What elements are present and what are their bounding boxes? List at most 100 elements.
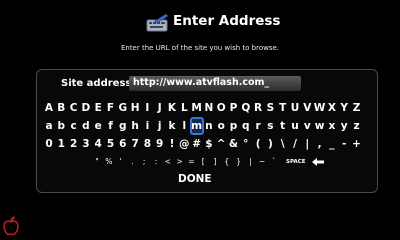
keyboard-key[interactable]: L: [178, 100, 190, 116]
keyboard-key[interactable]: 0: [43, 136, 55, 152]
keyboard-key[interactable]: .: [126, 154, 138, 170]
keyboard-key[interactable]: 5: [105, 136, 117, 152]
keyboard-key[interactable]: #: [191, 136, 203, 152]
keyboard-key[interactable]: /: [289, 136, 301, 152]
keyboard-key[interactable]: y: [338, 118, 350, 134]
header: Enter Address: [0, 11, 400, 35]
keyboard-key[interactable]: p: [228, 118, 240, 134]
keyboard-key[interactable]: ": [91, 154, 103, 170]
keyboard-key[interactable]: `: [268, 154, 280, 170]
keyboard-key[interactable]: ]: [209, 154, 221, 170]
page-title: Enter Address: [173, 13, 281, 29]
keyboard-key[interactable]: <: [162, 154, 174, 170]
keyboard-key[interactable]: [: [197, 154, 209, 170]
keyboard-key[interactable]: (: [252, 136, 264, 152]
keyboard-key[interactable]: f: [105, 118, 117, 134]
keyboard-key[interactable]: 6: [117, 136, 129, 152]
keyboard-key[interactable]: Q: [240, 100, 252, 116]
keyboard-key[interactable]: B: [55, 100, 67, 116]
keyboard-key[interactable]: V: [301, 100, 313, 116]
keyboard-key[interactable]: j: [154, 118, 166, 134]
keyboard-key[interactable]: C: [68, 100, 80, 116]
keyboard-key[interactable]: \: [277, 136, 289, 152]
keyboard-key[interactable]: i: [141, 118, 153, 134]
keyboard-key[interactable]: 2: [68, 136, 80, 152]
keyboard-key[interactable]: >: [174, 154, 186, 170]
keyboard-key[interactable]: %: [103, 154, 115, 170]
backspace-arrow-icon[interactable]: [311, 154, 325, 170]
keyboard-key[interactable]: u: [289, 118, 301, 134]
keyboard-key[interactable]: G: [117, 100, 129, 116]
keyboard-key[interactable]: d: [80, 118, 92, 134]
keyboard-key[interactable]: w: [314, 118, 326, 134]
keyboard-key[interactable]: ~: [256, 154, 268, 170]
keyboard-key[interactable]: |: [301, 136, 313, 152]
keyboard-key[interactable]: Y: [338, 100, 350, 116]
keyboard-key[interactable]: 4: [92, 136, 104, 152]
keyboard-key[interactable]: 8: [141, 136, 153, 152]
keyboard-key[interactable]: n: [203, 118, 215, 134]
keyboard-key[interactable]: =: [185, 154, 197, 170]
keyboard-key[interactable]: S: [264, 100, 276, 116]
keyboard-key[interactable]: e: [92, 118, 104, 134]
keyboard-key[interactable]: |: [244, 154, 256, 170]
keyboard-key[interactable]: O: [215, 100, 227, 116]
keyboard-key[interactable]: }: [233, 154, 245, 170]
keyboard-key[interactable]: v: [301, 118, 313, 134]
keyboard-key[interactable]: :: [150, 154, 162, 170]
keyboard-key[interactable]: D: [80, 100, 92, 116]
keyboard-key[interactable]: _: [326, 136, 338, 152]
keyboard-key[interactable]: z: [351, 118, 363, 134]
keyboard-key[interactable]: x: [326, 118, 338, 134]
keyboard-key[interactable]: k: [166, 118, 178, 134]
keyboard-key[interactable]: s: [264, 118, 276, 134]
keyboard-key[interactable]: ): [264, 136, 276, 152]
keyboard-key[interactable]: b: [55, 118, 67, 134]
keyboard-key[interactable]: T: [277, 100, 289, 116]
keyboard-key[interactable]: H: [129, 100, 141, 116]
keyboard-key[interactable]: ;: [138, 154, 150, 170]
site-address-input[interactable]: http://www.atvflash.com_: [129, 76, 301, 91]
keyboard-key[interactable]: $: [203, 136, 215, 152]
done-button[interactable]: DONE: [178, 173, 212, 185]
keyboard-key[interactable]: K: [166, 100, 178, 116]
keyboard-key[interactable]: l: [178, 118, 190, 134]
space-key[interactable]: SPACE: [286, 154, 306, 170]
keyboard-key[interactable]: J: [154, 100, 166, 116]
keyboard-key[interactable]: g: [117, 118, 129, 134]
keyboard-key[interactable]: °: [240, 136, 252, 152]
keyboard-key[interactable]: ': [115, 154, 127, 170]
keyboard-key[interactable]: +: [351, 136, 363, 152]
keyboard-key[interactable]: o: [215, 118, 227, 134]
keyboard-key[interactable]: X: [326, 100, 338, 116]
keyboard-key[interactable]: ,: [314, 136, 326, 152]
keyboard-key[interactable]: 1: [55, 136, 67, 152]
keyboard-key[interactable]: W: [314, 100, 326, 116]
keyboard-key[interactable]: M: [191, 100, 203, 116]
keyboard-key[interactable]: r: [252, 118, 264, 134]
keyboard-key[interactable]: ^: [215, 136, 227, 152]
keyboard-key[interactable]: P: [228, 100, 240, 116]
keyboard-key[interactable]: !: [166, 136, 178, 152]
keyboard-key[interactable]: R: [252, 100, 264, 116]
keyboard-key[interactable]: E: [92, 100, 104, 116]
keyboard-key[interactable]: q: [240, 118, 252, 134]
keyboard-key[interactable]: 7: [129, 136, 141, 152]
keyboard-key[interactable]: A: [43, 100, 55, 116]
keyboard-key[interactable]: N: [203, 100, 215, 116]
keyboard-key[interactable]: Z: [351, 100, 363, 116]
keyboard-key[interactable]: I: [141, 100, 153, 116]
keyboard-key[interactable]: a: [43, 118, 55, 134]
keyboard-key[interactable]: t: [277, 118, 289, 134]
keyboard-key[interactable]: -: [338, 136, 350, 152]
keyboard-key[interactable]: 3: [80, 136, 92, 152]
keyboard-key[interactable]: @: [178, 136, 190, 152]
keyboard-key[interactable]: U: [289, 100, 301, 116]
keyboard-key[interactable]: m: [189, 117, 204, 135]
keyboard-key[interactable]: F: [105, 100, 117, 116]
keyboard-key[interactable]: h: [129, 118, 141, 134]
keyboard-key[interactable]: 9: [154, 136, 166, 152]
keyboard-key[interactable]: &: [228, 136, 240, 152]
keyboard-key[interactable]: {: [221, 154, 233, 170]
keyboard-key[interactable]: c: [68, 118, 80, 134]
